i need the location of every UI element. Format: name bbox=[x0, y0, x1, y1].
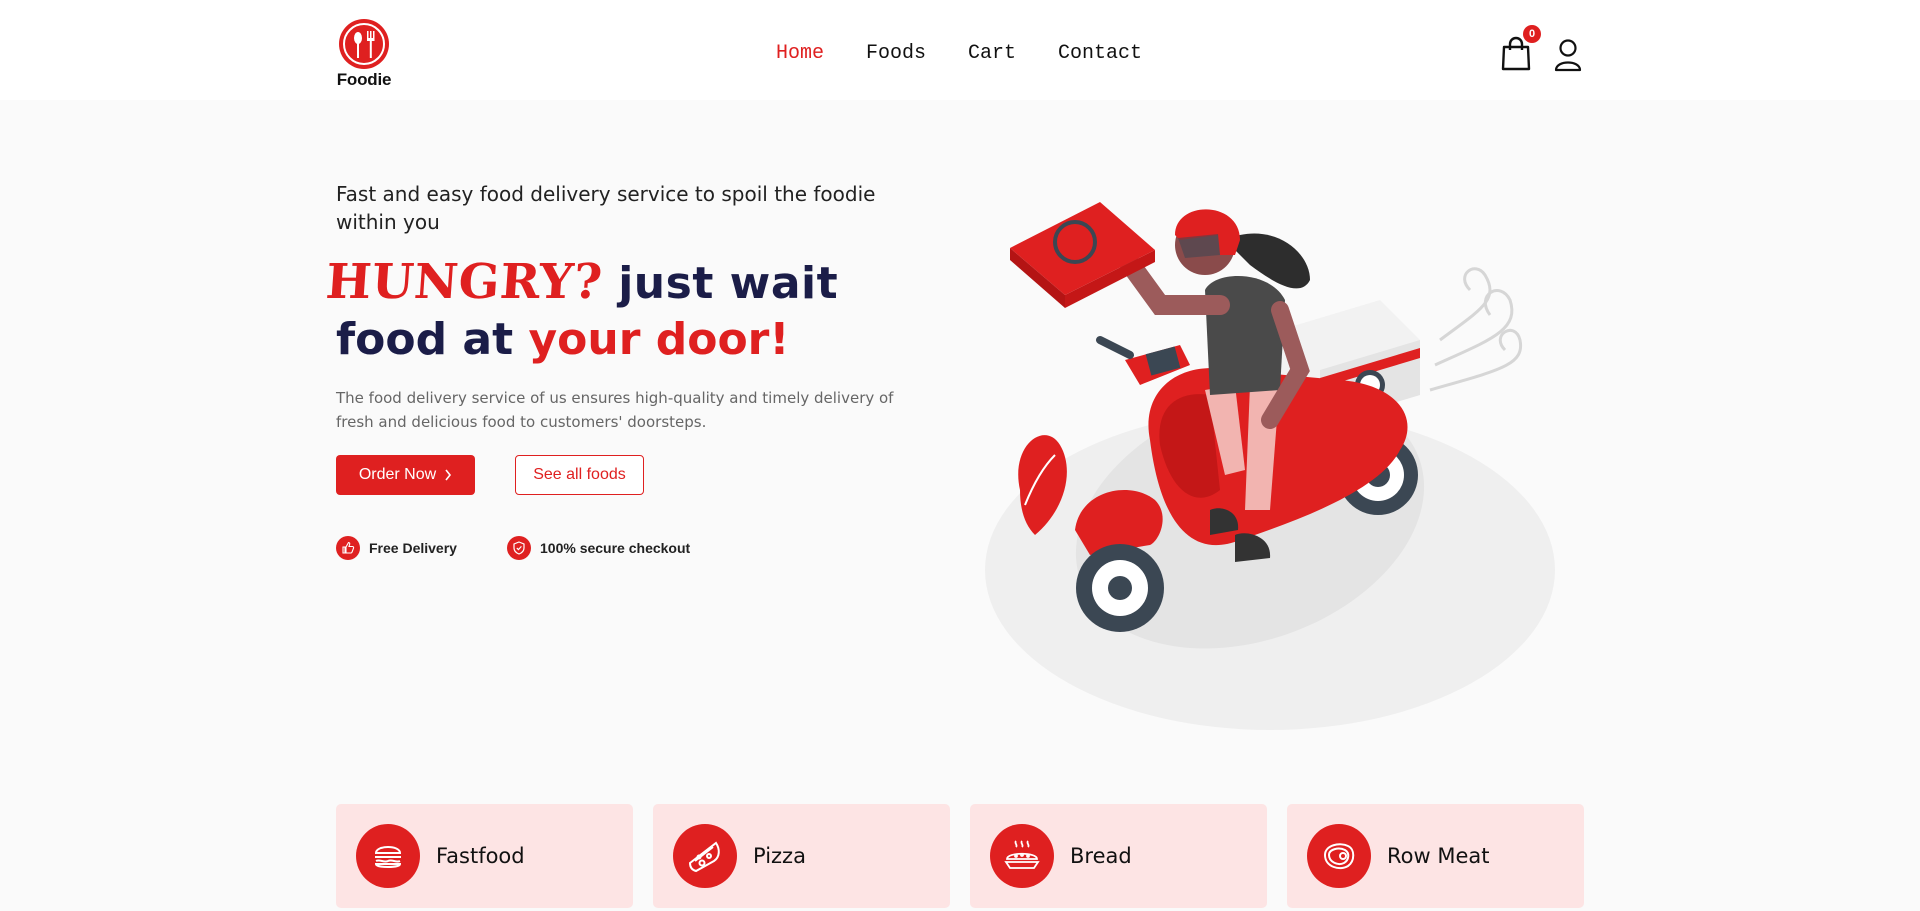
hero-headline: HUNGRY? just wait food at your door! bbox=[324, 254, 839, 368]
feature-free-delivery: Free Delivery bbox=[336, 536, 457, 560]
nav-foods[interactable]: Foods bbox=[866, 42, 926, 65]
category-card-fastfood[interactable]: Fastfood bbox=[336, 804, 633, 908]
logo-icon bbox=[339, 19, 389, 69]
delivery-scooter-illustration bbox=[985, 202, 1555, 730]
order-now-button[interactable]: Order Now bbox=[336, 455, 475, 495]
nav-contact[interactable]: Contact bbox=[1058, 42, 1142, 65]
site-header: Foodie Home Foods Cart Contact 0 bbox=[0, 0, 1920, 100]
headline-your-door: your door! bbox=[528, 314, 790, 365]
thumbs-up-icon bbox=[336, 536, 360, 560]
chevron-right-icon bbox=[445, 469, 452, 481]
category-card-pizza[interactable]: Pizza bbox=[653, 804, 950, 908]
category-card-bread[interactable]: Bread bbox=[970, 804, 1267, 908]
feature-secure-checkout: 100% secure checkout bbox=[507, 536, 690, 560]
headline-hungry: HUNGRY? bbox=[324, 254, 605, 310]
nav-home[interactable]: Home bbox=[776, 42, 824, 65]
category-label: Bread bbox=[1070, 844, 1132, 868]
category-card-row-meat[interactable]: Row Meat bbox=[1287, 804, 1584, 908]
pizza-icon bbox=[673, 824, 737, 888]
category-label: Pizza bbox=[753, 844, 806, 868]
category-label: Fastfood bbox=[436, 844, 525, 868]
hero-subtitle: Fast and easy food delivery service to s… bbox=[336, 182, 876, 234]
hero-description: The food delivery service of us ensures … bbox=[336, 389, 894, 431]
shield-icon bbox=[507, 536, 531, 560]
feature-secure-checkout-label: 100% secure checkout bbox=[540, 540, 691, 556]
logo-text: Foodie bbox=[336, 70, 392, 89]
meat-icon bbox=[1307, 824, 1371, 888]
order-now-label: Order Now bbox=[358, 466, 437, 483]
category-label: Row Meat bbox=[1387, 844, 1490, 868]
burger-icon bbox=[356, 824, 420, 888]
bread-icon bbox=[990, 824, 1054, 888]
feature-free-delivery-label: Free Delivery bbox=[369, 540, 457, 556]
headline-food-at: food at bbox=[336, 314, 529, 365]
logo[interactable]: Foodie bbox=[336, 18, 392, 90]
see-all-foods-button[interactable]: See all foods bbox=[515, 455, 644, 495]
headline-just-wait: just wait bbox=[618, 258, 839, 309]
see-all-foods-label: See all foods bbox=[533, 466, 626, 483]
cart-count-badge: 0 bbox=[1523, 25, 1541, 43]
nav-cart[interactable]: Cart bbox=[968, 42, 1016, 65]
main-nav: Home Foods Cart Contact bbox=[776, 42, 1142, 65]
user-icon[interactable] bbox=[1553, 38, 1583, 72]
